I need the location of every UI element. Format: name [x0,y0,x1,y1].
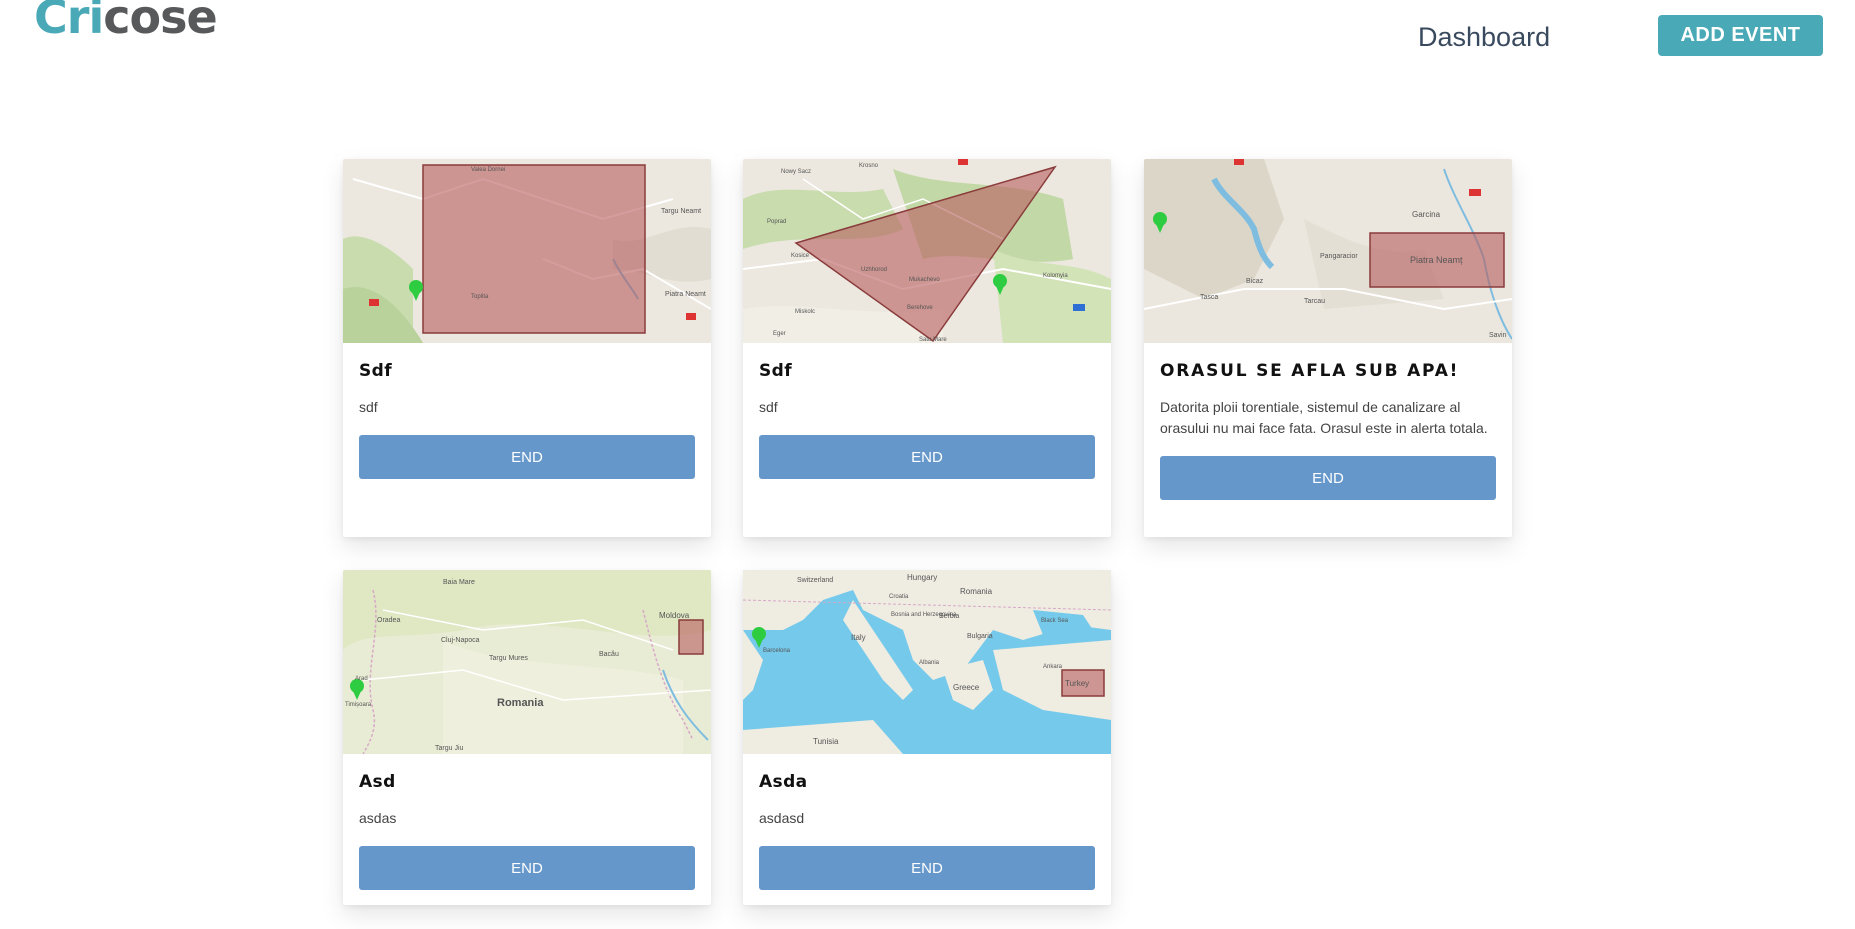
event-title: Sdf [359,361,393,381]
brand-logo-part2: cose [103,0,217,44]
map-label: Oradea [377,617,400,624]
map-label: Bacău [599,651,619,658]
map-label: Bicaz [1246,278,1264,285]
map-label: Croatia [889,594,909,600]
map-label: Romania [960,587,993,596]
map-label: Pangaracior [1320,253,1358,260]
map-label: Timișoara [345,702,372,708]
event-title: ORASUL SE AFLA SUB APA! [1160,361,1460,381]
map-label: Krosno [859,163,879,169]
map-label: Tunisia [813,737,839,746]
map-label: Switzerland [797,577,833,584]
brand-logo-part1: Cri [34,0,104,44]
event-description: sdf [359,399,378,415]
map-label: Kosice [791,253,810,259]
map-label: Albania [919,660,940,666]
event-map[interactable]: Baia Mare Oradea Cluj-Napoca Targu Mures… [343,570,711,754]
map-label: Greece [953,683,980,692]
map-label: Cluj-Napoca [441,637,480,644]
end-event-button[interactable]: END [759,435,1095,479]
end-event-button[interactable]: END [359,846,695,890]
map-label: Piatra Neamt [665,291,706,298]
map-label: Serbia [939,613,959,620]
end-event-button[interactable]: END [1160,456,1496,500]
event-title: Asd [359,772,396,792]
map-label: Hungary [907,573,937,582]
map-label: Turkey [1065,679,1089,688]
map-label: Moldova [659,611,690,620]
map-label: Eger [773,331,786,337]
map-label: Bulgaria [967,633,993,640]
event-card: Garcina Pangaracior Bicaz Piatra Neamț T… [1144,159,1512,537]
map-label: Tasca [1200,294,1218,301]
event-card: Baia Mare Oradea Cluj-Napoca Targu Mures… [343,570,711,905]
event-title: Sdf [759,361,793,381]
map-label: Kolomyia [1043,273,1068,279]
map-label: Ankara [1043,664,1063,670]
map-label: Uzhhorod [861,267,887,273]
end-event-button[interactable]: END [359,435,695,479]
event-card: Switzerland Hungary Romania Croatia Bosn… [743,570,1111,905]
event-map[interactable]: Targu Neamt Piatra Neamt Valea Dornei To… [343,159,711,343]
map-label: Piatra Neamț [1410,255,1463,265]
event-map[interactable]: Switzerland Hungary Romania Croatia Bosn… [743,570,1111,754]
event-card: Targu Neamt Piatra Neamt Valea Dornei To… [343,159,711,537]
event-description: sdf [759,399,778,415]
brand-logo[interactable]: Cricose [34,0,218,40]
event-description: Datorita ploii torentiale, sistemul de c… [1160,399,1488,436]
map-label: Arad [355,676,368,682]
map-label: Toplita [471,294,489,300]
map-label: Targu Neamt [661,208,701,215]
map-label: Tarcau [1304,298,1325,305]
map-label: Poprad [767,219,786,225]
map-label: Italy [851,633,866,642]
map-label: Mukachevo [909,277,940,283]
add-event-button[interactable]: ADD EVENT [1658,15,1823,56]
dashboard-link[interactable]: Dashboard [1418,22,1550,53]
end-event-button[interactable]: END [759,846,1095,890]
map-label: Targu Jiu [435,745,464,752]
event-title: Asda [759,772,808,792]
map-label: Satu Mare [919,337,947,343]
map-label: Valea Dornei [471,167,505,173]
event-description: asdas [359,810,397,826]
event-card: Krosno Nowy Sacz Poprad Kosice Uzhhorod … [743,159,1111,537]
event-description: asdasd [759,810,805,826]
map-label: Berehove [907,305,933,311]
map-label: Romania [497,697,544,709]
map-label: Miskolc [795,309,815,315]
map-label: Savin [1489,332,1507,339]
map-label: Baia Mare [443,579,475,586]
event-map[interactable]: Garcina Pangaracior Bicaz Piatra Neamț T… [1144,159,1512,343]
map-label: Targu Mures [489,655,528,662]
map-label: Barcelona [763,648,791,654]
map-label: Black Sea [1041,618,1069,624]
map-label: Garcina [1412,210,1441,219]
event-map[interactable]: Krosno Nowy Sacz Poprad Kosice Uzhhorod … [743,159,1111,343]
map-label: Nowy Sacz [781,169,811,175]
